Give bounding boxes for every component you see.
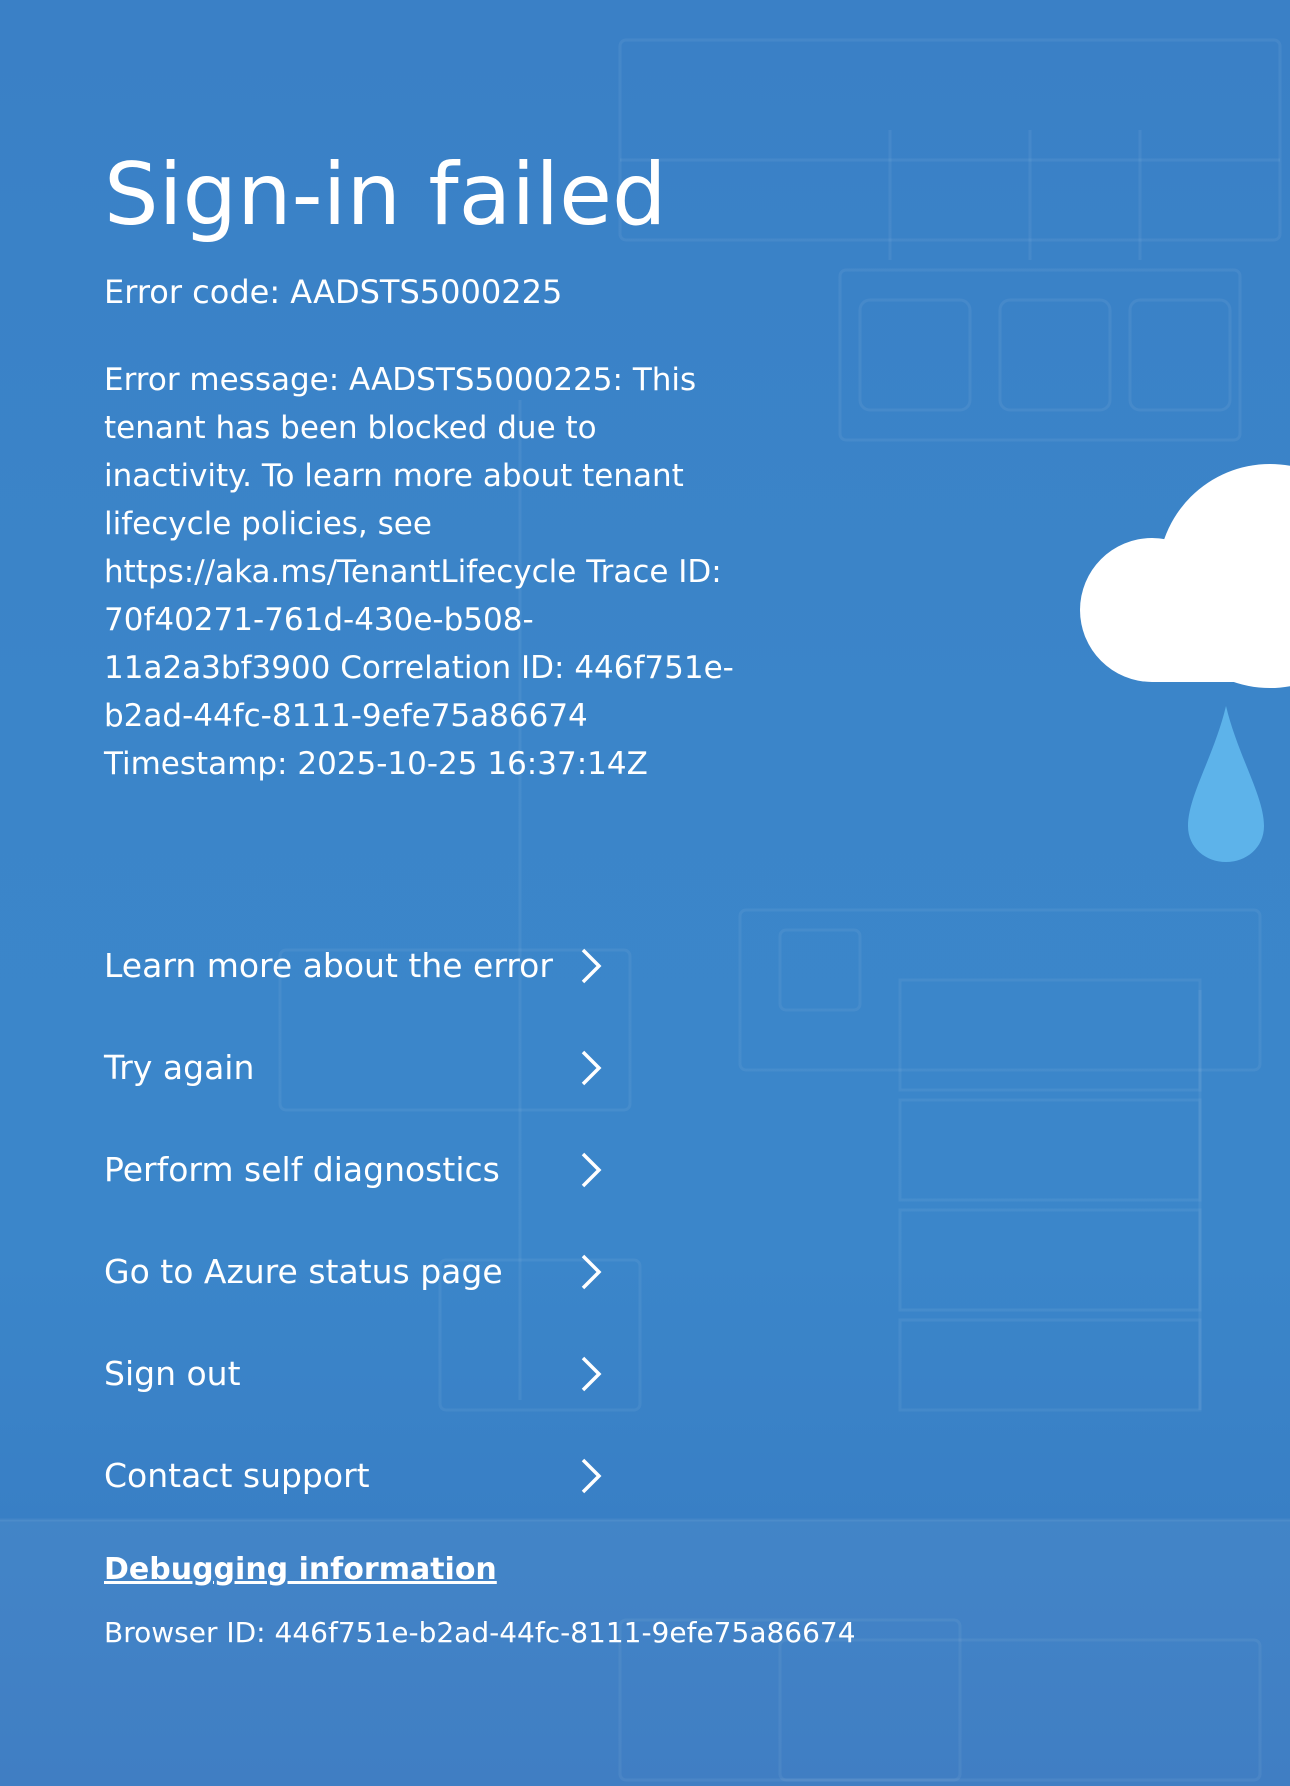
action-label: Learn more about the error	[104, 946, 553, 985]
chevron-right-icon	[581, 1458, 602, 1494]
action-list: Learn more about the error Try again Per…	[104, 940, 604, 1552]
chevron-right-icon	[581, 1356, 602, 1392]
self-diagnostics-link[interactable]: Perform self diagnostics	[104, 1144, 604, 1246]
action-label: Perform self diagnostics	[104, 1150, 500, 1189]
browser-id: Browser ID: 446f751e-b2ad-44fc-8111-9efe…	[104, 1616, 856, 1649]
error-message: Error message: AADSTS5000225: This tenan…	[104, 362, 734, 782]
debugging-information-link[interactable]: Debugging information	[104, 1548, 497, 1592]
page-title: Sign-in failed	[104, 145, 667, 245]
chevron-right-icon	[581, 1152, 602, 1188]
chevron-right-icon	[581, 1050, 602, 1086]
contact-support-link[interactable]: Contact support	[104, 1450, 604, 1552]
chevron-right-icon	[581, 948, 602, 984]
try-again-link[interactable]: Try again	[104, 1042, 604, 1144]
azure-status-link[interactable]: Go to Azure status page	[104, 1246, 604, 1348]
learn-more-link[interactable]: Learn more about the error	[104, 940, 604, 1042]
action-label: Go to Azure status page	[104, 1252, 503, 1291]
error-code: Error code: AADSTS5000225	[104, 273, 563, 311]
action-label: Contact support	[104, 1456, 370, 1495]
sign-out-link[interactable]: Sign out	[104, 1348, 604, 1450]
action-label: Sign out	[104, 1354, 241, 1393]
chevron-right-icon	[581, 1254, 602, 1290]
action-label: Try again	[104, 1048, 255, 1087]
cloud-with-raindrop-icon	[1080, 464, 1290, 862]
cloud-icon	[1080, 464, 1290, 688]
raindrop-icon	[1188, 706, 1264, 862]
